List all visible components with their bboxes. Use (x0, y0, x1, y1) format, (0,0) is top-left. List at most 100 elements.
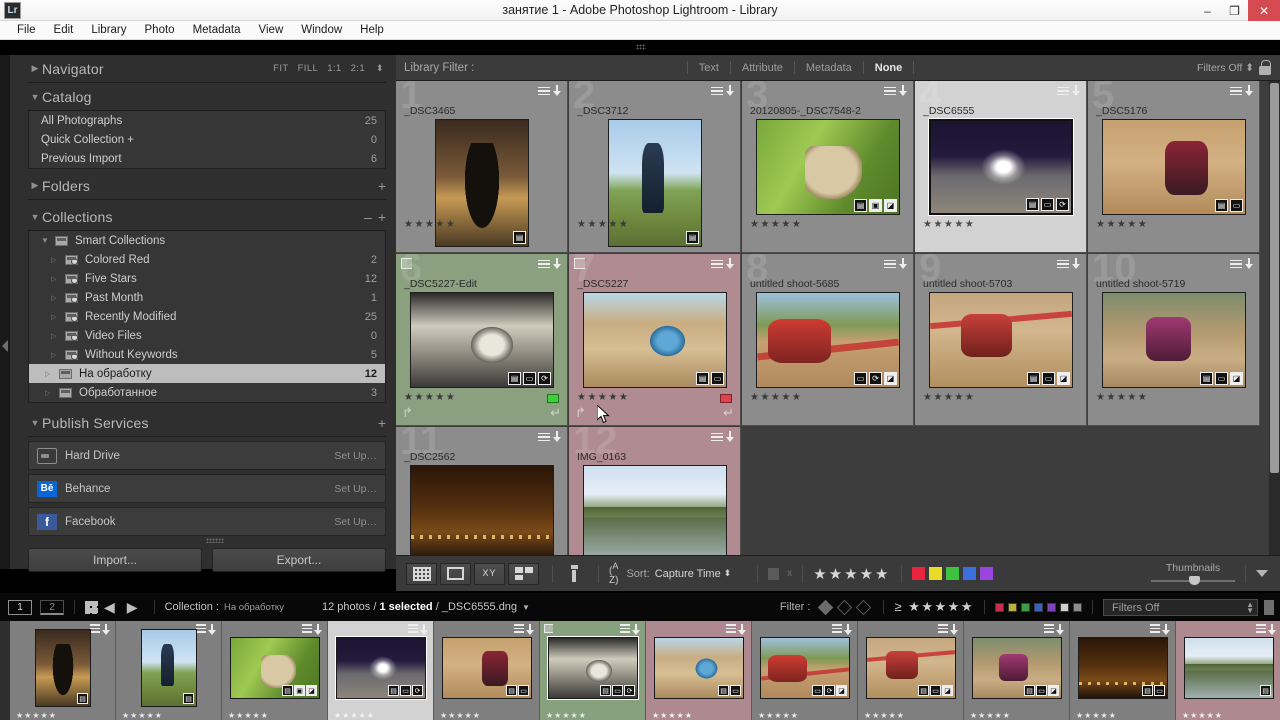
filter-tab-attribute[interactable]: Attribute (732, 62, 793, 74)
rotate-badge[interactable]: ⟳ (624, 685, 635, 696)
expand-cell-icon[interactable] (711, 86, 723, 96)
sort-caret-icon[interactable]: ⬍ (724, 568, 732, 579)
thumbnail-image[interactable]: ▤ ▭ ⟳ (928, 118, 1074, 216)
cell-rating[interactable]: ★★★★★ (750, 219, 802, 230)
collection-expand-icon[interactable]: ▷ (51, 275, 65, 283)
thumbnail-image[interactable]: ▤ ▣ ◪ (756, 119, 900, 215)
grid-cell[interactable]: 2 _DSC3712 ▤ ★★★★★ (569, 81, 741, 253)
flag-reject-icon[interactable] (856, 599, 872, 615)
filmstrip-color-swatch-1[interactable] (1008, 602, 1017, 612)
folders-disclosure-icon[interactable]: ▶ (28, 180, 42, 191)
crop-badge[interactable]: ▣ (869, 199, 882, 212)
quick-collection-icon[interactable] (1244, 258, 1254, 270)
cell-header-icons[interactable] (538, 85, 562, 97)
menu-photo[interactable]: Photo (136, 21, 184, 40)
quick-collection-icon[interactable] (1071, 85, 1081, 97)
export-button[interactable]: Export... (212, 548, 386, 572)
zoom-1-1[interactable]: 1:1 (327, 63, 341, 74)
comment-badge[interactable]: ▭ (1215, 372, 1228, 385)
filmstrip-image[interactable]: ▤ (35, 629, 91, 707)
tag-badge[interactable]: ▤ (388, 685, 399, 696)
adjust-badge[interactable]: ◪ (1057, 372, 1070, 385)
expand-cell-icon[interactable] (832, 624, 842, 633)
filmstrip-rating-filter[interactable]: ≥ ★★★★★ (894, 599, 974, 615)
filmstrip-cell-icons[interactable] (726, 624, 747, 636)
cell-header-icons[interactable] (538, 431, 562, 443)
cell-rating[interactable]: ★★★★★ (404, 392, 456, 403)
grid-cell[interactable]: 3 20120805-_DSC7548-2 ▤ ▣ ◪ ★★★★★ (742, 81, 914, 253)
close-button[interactable]: ✕ (1248, 0, 1280, 21)
tag-badge[interactable]: ▤ (1027, 372, 1040, 385)
tag-badge[interactable]: ▤ (918, 685, 929, 696)
filmstrip-rating[interactable]: ★★★★★ (758, 711, 799, 720)
comment-badge[interactable]: ▭ (1036, 685, 1047, 696)
comment-badge[interactable]: ▭ (730, 685, 741, 696)
collection-item-7[interactable]: ▷ Обработанное 3 (29, 383, 385, 402)
navigator-header[interactable]: ▶ Navigator FIT FILL 1:1 2:1 ⬍ (28, 55, 386, 83)
tag-badge[interactable]: ▤ (77, 693, 88, 704)
filmstrip-thumb[interactable]: ▤ ▭ ★★★★★ (646, 621, 752, 720)
tag-badge[interactable]: ▤ (718, 685, 729, 696)
quick-collection-icon[interactable] (101, 624, 111, 636)
zoom-fill[interactable]: FILL (298, 63, 319, 74)
tag-badge[interactable]: ▤ (600, 685, 611, 696)
expand-cell-icon[interactable] (884, 259, 896, 269)
filmstrip-thumb[interactable]: ▤ ▭ ★★★★★ (1070, 621, 1176, 720)
quick-collection-icon[interactable] (725, 85, 735, 97)
quick-collection-icon[interactable] (1071, 258, 1081, 270)
expand-cell-icon[interactable] (538, 432, 550, 442)
catalog-item-all-photographs[interactable]: All Photographs 25 (29, 111, 385, 130)
adjust-badge[interactable]: ◪ (306, 685, 317, 696)
thumbnail-size-slider[interactable]: Thumbnails (1151, 562, 1235, 586)
collection-item-4[interactable]: ▷ Video Files 0 (29, 326, 385, 345)
quick-collection-icon[interactable] (725, 258, 735, 270)
expand-cell-icon[interactable] (711, 259, 723, 269)
filmstrip-color-swatch-2[interactable] (1021, 602, 1030, 612)
quick-collection-icon[interactable] (843, 624, 853, 636)
expand-cell-icon[interactable] (302, 624, 312, 633)
rotate-badge[interactable]: ⟳ (824, 685, 835, 696)
publish-service-hard-drive[interactable]: Hard Drive Set Up… (28, 441, 386, 470)
menu-file[interactable]: File (8, 21, 45, 40)
filmstrip-cell-icons[interactable] (514, 624, 535, 636)
thumbnail-image[interactable]: ▤ ▭ (1102, 119, 1246, 215)
back-arrow-icon[interactable]: ◀ (104, 599, 115, 616)
tag-badge[interactable]: ▤ (183, 693, 194, 704)
grid-cell[interactable]: 11 _DSC2562 (396, 427, 568, 555)
color-label-chip[interactable] (720, 394, 732, 403)
filmstrip-rating[interactable]: ★★★★★ (1182, 711, 1223, 720)
grid-cell[interactable]: 9 untitled shoot-5703 ▤ ▭ ◪ ★★★★★ (915, 254, 1087, 426)
expand-cell-icon[interactable] (514, 624, 524, 633)
filmstrip-image[interactable]: ▤ ▭ ⟳ (547, 636, 639, 700)
menu-edit[interactable]: Edit (45, 21, 83, 40)
collection-expand-icon[interactable]: ▷ (51, 294, 65, 302)
color-swatch-4[interactable] (979, 567, 993, 580)
comment-badge[interactable]: ▭ (1230, 199, 1243, 212)
expand-cell-icon[interactable] (408, 624, 418, 633)
comment-badge[interactable]: ▭ (1041, 198, 1054, 211)
filmstrip-thumb[interactable]: ▤ ▣ ◪ ★★★★★ (222, 621, 328, 720)
tag-badge[interactable]: ▤ (1024, 685, 1035, 696)
filmstrip-thumb[interactable]: ▤ ★★★★★ (1176, 621, 1280, 720)
expand-cell-icon[interactable] (711, 432, 723, 442)
quick-collection-icon[interactable] (552, 431, 562, 443)
cell-header-icons[interactable] (711, 85, 735, 97)
publish-setup-link[interactable]: Set Up… (334, 516, 377, 528)
cell-header-icons[interactable] (884, 85, 908, 97)
collection-item-2[interactable]: ▷ Past Month 1 (29, 288, 385, 307)
add-publish-service-button[interactable]: + (372, 416, 386, 430)
toolbar-collapse-icon[interactable] (1256, 570, 1268, 577)
filmstrip-rating[interactable]: ★★★★★ (16, 711, 57, 720)
filmstrip-image[interactable]: ▤ ▭ ◪ (866, 637, 956, 699)
filmstrip-cell-icons[interactable] (1150, 624, 1171, 636)
quick-collection-icon[interactable] (552, 85, 562, 97)
thumbnail-image[interactable]: ▤ ▭ ◪ (929, 292, 1073, 388)
cell-header-icons[interactable] (1057, 85, 1081, 97)
filmstrip-color-swatch-3[interactable] (1034, 602, 1043, 612)
quick-collection-icon[interactable] (898, 258, 908, 270)
cell-rating[interactable]: ★★★★★ (404, 219, 456, 230)
import-button[interactable]: Import... (28, 548, 202, 572)
maximize-button[interactable]: ❐ (1221, 0, 1248, 21)
color-label-chip[interactable] (547, 394, 559, 403)
cell-header-icons[interactable] (711, 431, 735, 443)
